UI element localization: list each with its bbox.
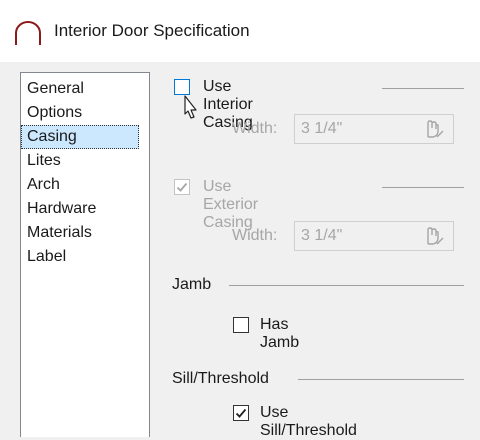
use-interior-casing-checkbox[interactable] xyxy=(174,79,190,95)
checkmark-icon xyxy=(176,182,188,192)
use-sill-threshold-label[interactable]: Use Sill/Threshold xyxy=(260,404,357,440)
exterior-width-label: Width: xyxy=(232,227,278,244)
nav-item-general[interactable]: General xyxy=(21,77,139,101)
nav-item-materials[interactable]: Materials xyxy=(21,221,139,245)
nav-item-label[interactable]: Label xyxy=(21,245,139,269)
title-bar: Interior Door Specification xyxy=(0,0,480,62)
nav-item-lites[interactable]: Lites xyxy=(21,149,139,173)
calculator-hand-icon[interactable] xyxy=(423,119,445,139)
exterior-width-field[interactable]: 3 1/4" xyxy=(294,221,454,251)
has-jamb-checkbox[interactable] xyxy=(233,317,249,333)
mouse-pointer-icon xyxy=(184,95,197,119)
nav-item-options[interactable]: Options xyxy=(21,101,139,125)
interior-width-value: 3 1/4" xyxy=(301,120,343,137)
category-list[interactable]: General Options Casing Lites Arch Hardwa… xyxy=(20,72,150,437)
exterior-width-value: 3 1/4" xyxy=(301,227,343,244)
use-exterior-casing-checkbox[interactable] xyxy=(174,179,190,195)
checkmark-icon xyxy=(235,408,247,418)
interior-width-field[interactable]: 3 1/4" xyxy=(294,114,454,144)
nav-item-hardware[interactable]: Hardware xyxy=(21,197,139,221)
door-arch-icon xyxy=(15,21,41,45)
has-jamb-label[interactable]: Has Jamb xyxy=(260,316,299,352)
separator-line xyxy=(382,88,464,89)
nav-item-casing[interactable]: Casing xyxy=(21,125,139,149)
separator-line xyxy=(382,187,464,188)
separator-line xyxy=(229,285,464,286)
separator-line xyxy=(298,379,464,380)
window-title: Interior Door Specification xyxy=(54,21,250,40)
use-exterior-casing-label[interactable]: Use Exterior Casing xyxy=(203,178,258,232)
interior-width-label: Width: xyxy=(232,120,278,137)
sill-section-label: Sill/Threshold xyxy=(172,370,269,387)
calculator-hand-icon[interactable] xyxy=(423,226,445,246)
nav-item-arch[interactable]: Arch xyxy=(21,173,139,197)
jamb-section-label: Jamb xyxy=(172,276,212,293)
use-sill-threshold-checkbox[interactable] xyxy=(233,405,249,421)
